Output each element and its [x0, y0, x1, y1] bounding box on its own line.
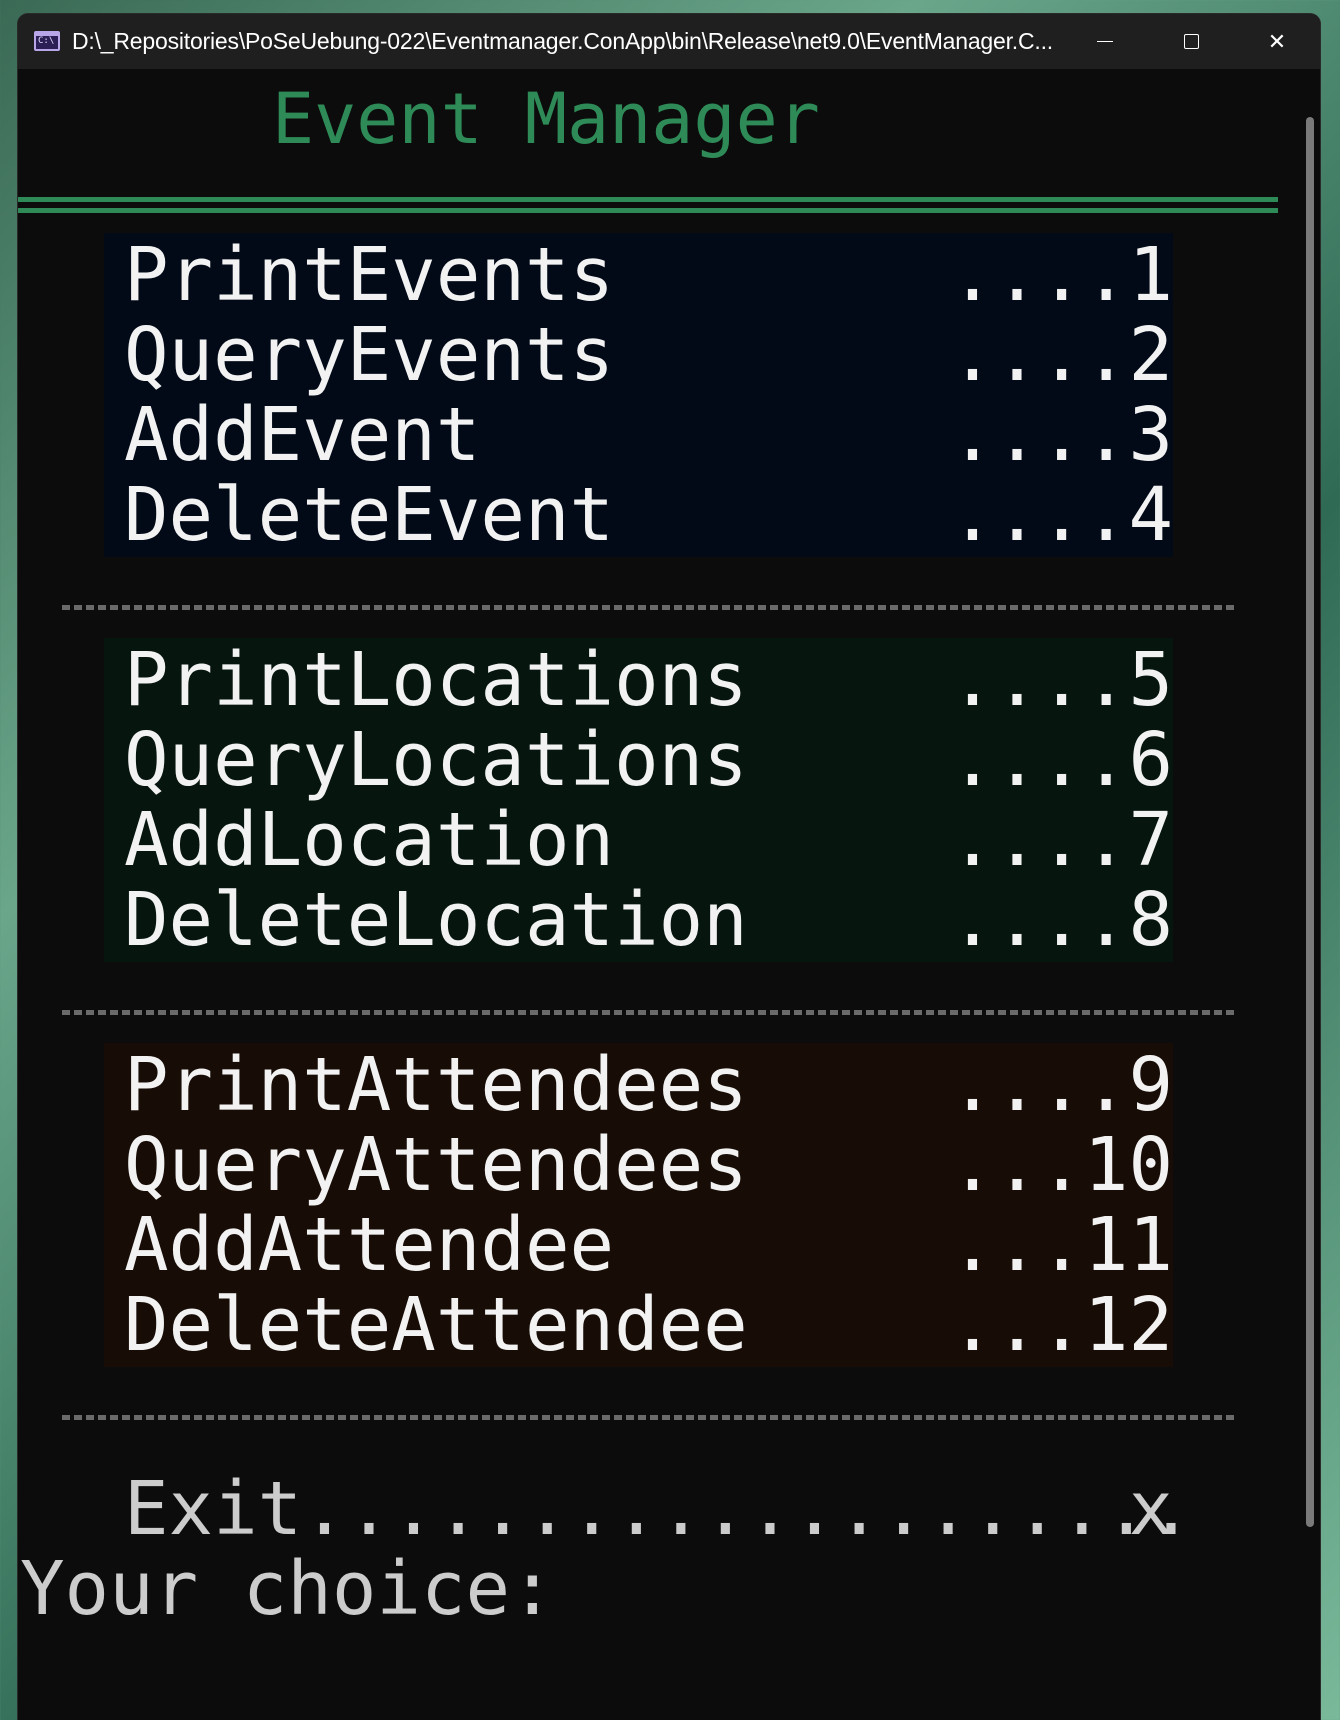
menu-item-add-event: AddEvent ....3 [104, 395, 1173, 475]
vertical-scrollbar[interactable] [1300, 69, 1320, 1720]
divider-line [18, 197, 1278, 202]
menu-item-add-attendee: AddAttendee ...11 [104, 1205, 1173, 1285]
divider-line [18, 208, 1278, 213]
console-app-icon: C:\ [34, 31, 60, 51]
menu-item-delete-event: DeleteEvent ....4 [104, 475, 1173, 555]
menu-item-query-events: QueryEvents ....2 [104, 315, 1173, 395]
scrollbar-thumb[interactable] [1306, 117, 1314, 1527]
close-icon: ✕ [1267, 29, 1287, 54]
menu-item-exit: Exit.................... x [104, 1466, 1193, 1552]
heading-divider [18, 197, 1278, 215]
close-button[interactable]: ✕ [1234, 14, 1320, 69]
menu-item-delete-location: DeleteLocation ....8 [104, 880, 1173, 960]
menu-group-events: PrintEvents ....1 QueryEvents ....2 AddE… [104, 233, 1173, 557]
menu-item-label: AddLocation [124, 797, 615, 883]
menu-item-label: QueryLocations [124, 717, 748, 803]
menu-item-label: AddEvent [124, 392, 481, 478]
menu-item-key: ....1 [950, 232, 1173, 318]
menu-item-key: ...11 [950, 1202, 1173, 1288]
menu-item-print-locations: PrintLocations ....5 [104, 640, 1173, 720]
console-window: C:\ D:\_Repositories\PoSeUebung-022\Even… [18, 14, 1320, 1720]
menu-item-print-events: PrintEvents ....1 [104, 235, 1173, 315]
menu-item-key: ....6 [950, 717, 1173, 803]
app-heading: Event Manager [272, 78, 820, 160]
section-divider [62, 1010, 1234, 1015]
maximize-icon [1184, 34, 1199, 49]
menu-item-delete-attendee: DeleteAttendee ...12 [104, 1285, 1173, 1365]
menu-item-key: ....8 [950, 877, 1173, 963]
menu-item-add-location: AddLocation ....7 [104, 800, 1173, 880]
menu-item-key: ....9 [950, 1042, 1173, 1128]
menu-item-query-attendees: QueryAttendees ...10 [104, 1125, 1173, 1205]
menu-item-label: DeleteAttendee [124, 1282, 748, 1368]
menu-item-key: ....3 [950, 392, 1173, 478]
menu-item-label: PrintEvents [124, 232, 615, 318]
section-divider [62, 1415, 1234, 1420]
menu-item-key: ....7 [950, 797, 1173, 883]
menu-item-key: ....2 [950, 312, 1173, 398]
menu-item-query-locations: QueryLocations ....6 [104, 720, 1173, 800]
menu-item-key: ....4 [950, 472, 1173, 558]
menu-item-label: PrintAttendees [124, 1042, 748, 1128]
menu-group-attendees: PrintAttendees ....9 QueryAttendees ...1… [104, 1043, 1173, 1367]
exit-key: x [1128, 1466, 1173, 1552]
minimize-icon [1097, 41, 1113, 42]
menu-item-key: ....5 [950, 637, 1173, 723]
menu-item-key: ...12 [950, 1282, 1173, 1368]
menu-item-label: QueryAttendees [124, 1122, 748, 1208]
section-divider [62, 605, 1234, 610]
title-bar[interactable]: C:\ D:\_Repositories\PoSeUebung-022\Even… [18, 14, 1320, 69]
menu-item-label: AddAttendee [124, 1202, 615, 1288]
menu-item-label: DeleteEvent [124, 472, 615, 558]
window-title: D:\_Repositories\PoSeUebung-022\Eventman… [72, 28, 1053, 54]
menu-group-locations: PrintLocations ....5 QueryLocations ....… [104, 638, 1173, 962]
exit-label: Exit.................... [124, 1466, 1194, 1552]
minimize-button[interactable] [1062, 14, 1148, 69]
menu-item-label: PrintLocations [124, 637, 748, 723]
menu-item-key: ...10 [950, 1122, 1173, 1208]
input-prompt[interactable]: Your choice: [20, 1549, 555, 1629]
menu-item-print-attendees: PrintAttendees ....9 [104, 1045, 1173, 1125]
maximize-button[interactable] [1148, 14, 1234, 69]
console-output[interactable]: Event Manager PrintEvents ....1 QueryEve… [18, 69, 1300, 1720]
menu-item-label: QueryEvents [124, 312, 615, 398]
menu-item-label: DeleteLocation [124, 877, 748, 963]
